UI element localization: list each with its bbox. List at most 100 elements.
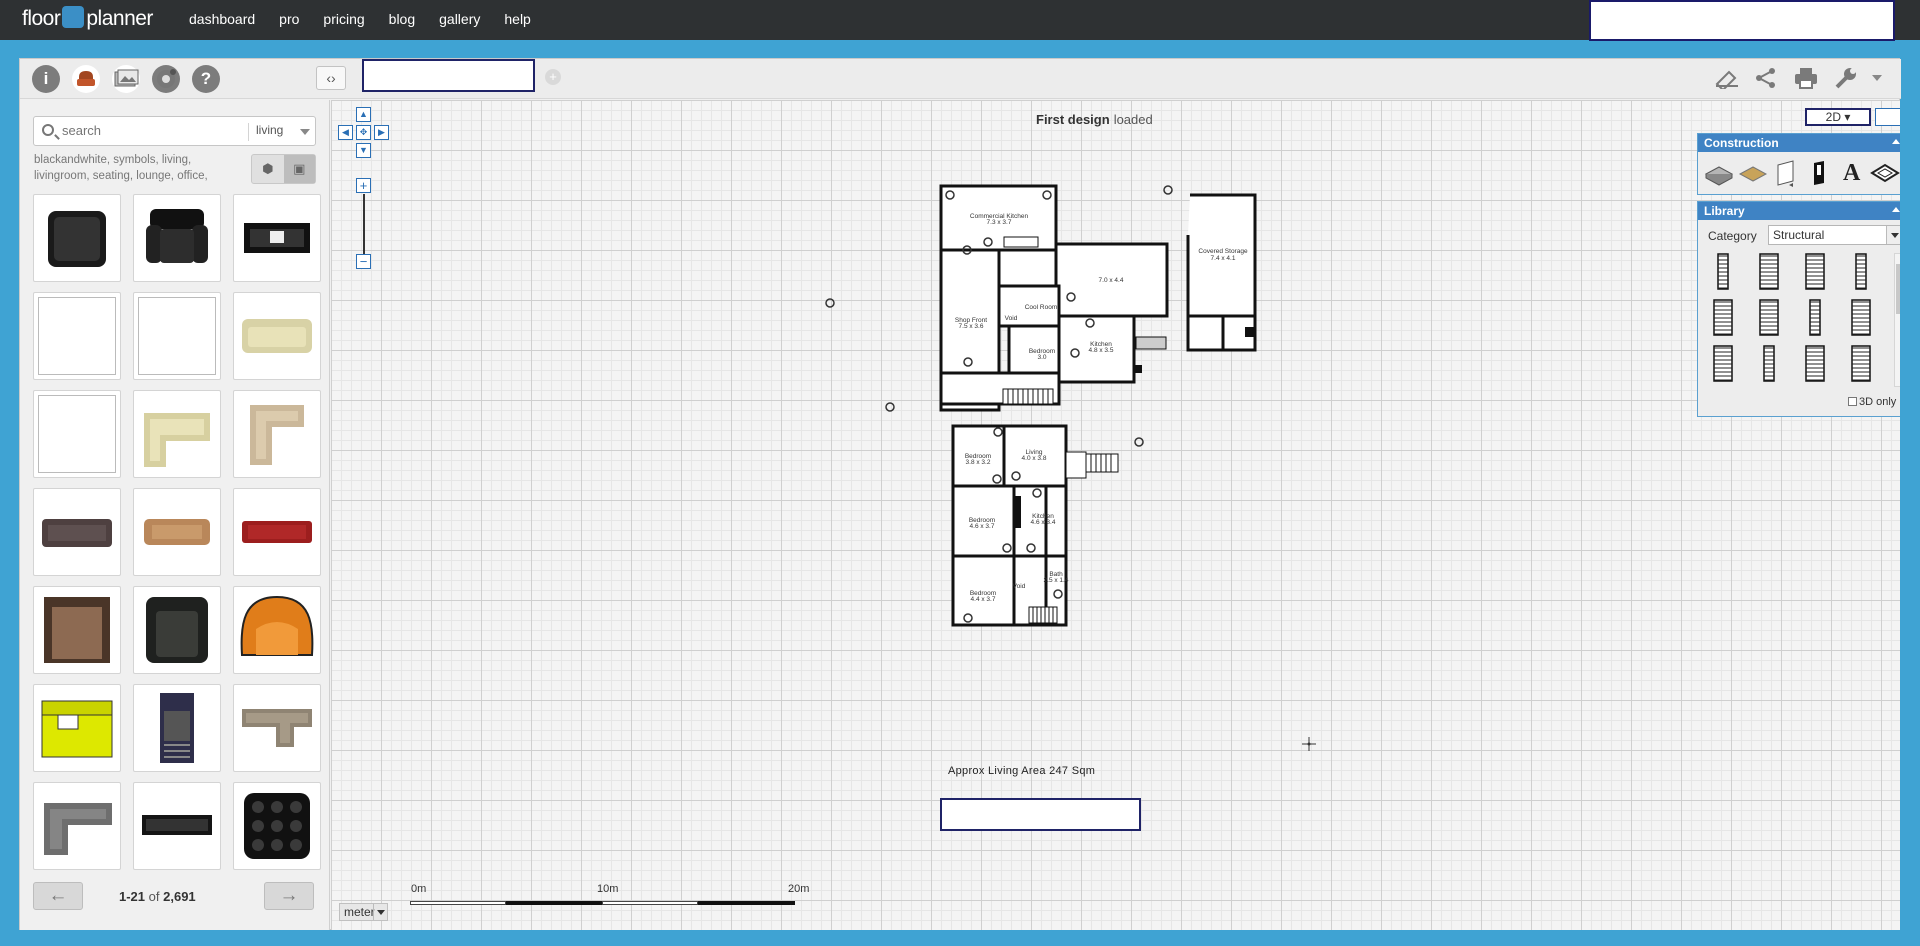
catalog-item-tan-sofa[interactable]	[133, 488, 221, 576]
collapse-sidebar-button[interactable]: ‹›	[316, 66, 346, 90]
catalog-item-red-sofa[interactable]	[233, 488, 321, 576]
account-input-box[interactable]	[1589, 0, 1895, 41]
pan-up-button[interactable]: ▲	[356, 107, 371, 122]
room-label: Bedroom	[969, 517, 995, 524]
view-2d-button[interactable]: 2D ▾	[1805, 108, 1871, 126]
nav-pricing[interactable]: pricing	[323, 11, 364, 27]
search-icon	[42, 124, 54, 136]
catalog-item-orange-chair[interactable]	[233, 586, 321, 674]
catalog-item-beige-corner[interactable]	[233, 390, 321, 478]
catalog-item-yellow-sofa[interactable]	[33, 684, 121, 772]
catalog-item-cream-sofa[interactable]	[233, 292, 321, 380]
chevron-down-icon[interactable]	[300, 129, 310, 135]
scrollbar-thumb[interactable]	[1896, 264, 1900, 314]
library-stair-item[interactable]	[1706, 299, 1740, 336]
area-label-input[interactable]	[940, 798, 1141, 831]
library-stair-item[interactable]	[1752, 253, 1786, 290]
category-filter-select[interactable]: living	[256, 123, 283, 137]
library-stair-item[interactable]	[1798, 253, 1832, 290]
settings-icon[interactable]	[152, 65, 180, 93]
catalog-item-black-long-sofa[interactable]	[133, 782, 221, 870]
zoom-in-button[interactable]: +	[356, 178, 371, 193]
cube-icon[interactable]: ⬢	[252, 155, 284, 183]
wrench-icon[interactable]	[1834, 67, 1858, 95]
library-stair-item[interactable]	[1706, 253, 1740, 290]
floorplan-canvas[interactable]: First designloaded ▲ ◀ ✥ ▶ ▼ + − 2D ▾ 3D…	[331, 100, 1900, 930]
chevron-down-icon[interactable]	[1886, 226, 1900, 244]
wall-tool-icon[interactable]	[1704, 158, 1734, 188]
surface-tool-icon[interactable]	[1870, 158, 1900, 188]
living-area-label: Approx Living Area 247 Sqm	[948, 765, 1096, 777]
pan-right-button[interactable]: ▶	[374, 125, 389, 140]
pan-down-button[interactable]: ▼	[356, 143, 371, 158]
library-stair-item[interactable]	[1752, 299, 1786, 336]
page-range-value: 1-21	[119, 889, 146, 904]
catalog-item-recliner[interactable]	[133, 684, 221, 772]
library-stair-item[interactable]	[1706, 345, 1740, 382]
library-panel-header[interactable]: Library	[1698, 202, 1900, 220]
catalog-item-dark-sofa[interactable]	[33, 488, 121, 576]
catalog-item-dark-armchair[interactable]	[133, 586, 221, 674]
design-tab-input[interactable]	[362, 59, 535, 92]
library-scrollbar[interactable]	[1894, 253, 1900, 387]
nav-dashboard[interactable]: dashboard	[189, 11, 255, 27]
square-icon[interactable]: ▣	[283, 155, 315, 183]
library-stair-item[interactable]	[1844, 253, 1878, 290]
furniture-icon[interactable]	[72, 65, 100, 93]
photos-icon[interactable]	[112, 65, 140, 93]
edit-icon[interactable]	[1714, 67, 1740, 95]
info-icon[interactable]: i	[32, 65, 60, 93]
help-icon[interactable]: ?	[192, 65, 220, 93]
only-3d-checkbox[interactable]: 3D only	[1848, 396, 1896, 408]
floor-tool-icon[interactable]	[1738, 158, 1768, 188]
unit-select[interactable]: meter	[339, 903, 388, 921]
nav-blog[interactable]: blog	[389, 11, 415, 27]
next-page-button[interactable]: →	[264, 882, 314, 910]
window-tool-icon[interactable]	[1805, 158, 1834, 188]
print-icon[interactable]	[1794, 67, 1818, 95]
catalog-item-broken[interactable]	[33, 292, 121, 380]
catalog-item-black-sofa[interactable]	[233, 194, 321, 282]
catalog-item-black-chair[interactable]	[33, 194, 121, 282]
furniture-thumbnail	[244, 223, 310, 253]
search-input[interactable]	[62, 123, 242, 138]
zoom-slider[interactable]	[363, 194, 365, 254]
catalog-item-broken[interactable]	[133, 292, 221, 380]
nav-pro[interactable]: pro	[279, 11, 299, 27]
library-stair-item[interactable]	[1844, 345, 1878, 382]
pan-center-button[interactable]: ✥	[356, 125, 371, 140]
catalog-item-grey-corner[interactable]	[233, 684, 321, 772]
library-stair-item[interactable]	[1752, 345, 1786, 382]
pan-left-button[interactable]: ◀	[338, 125, 353, 140]
only-3d-label: 3D only	[1859, 396, 1897, 408]
collapse-icon[interactable]	[1892, 207, 1900, 212]
text-tool-icon[interactable]: A	[1837, 158, 1866, 188]
catalog-item-broken[interactable]	[33, 390, 121, 478]
collapse-icon[interactable]	[1892, 139, 1900, 144]
library-stair-item[interactable]	[1798, 345, 1832, 382]
category-select[interactable]: Structural	[1768, 225, 1900, 245]
zoom-out-button[interactable]: −	[356, 254, 371, 269]
tools-dropdown-arrow-icon[interactable]	[1872, 75, 1882, 81]
library-stair-item[interactable]	[1798, 299, 1832, 336]
furniture-thumbnail	[242, 521, 312, 543]
add-tab-button[interactable]: +	[545, 69, 561, 85]
view-3d-button[interactable]: 3D	[1875, 108, 1900, 126]
catalog-item-grey-corner2[interactable]	[33, 782, 121, 870]
nav-help[interactable]: help	[504, 11, 530, 27]
catalog-item-brown-armchair[interactable]	[33, 586, 121, 674]
design-name: First design	[1036, 112, 1110, 127]
library-stair-item[interactable]	[1844, 299, 1878, 336]
catalog-item-black-armchair[interactable]	[133, 194, 221, 282]
catalog-item-cream-corner[interactable]	[133, 390, 221, 478]
nav-gallery[interactable]: gallery	[439, 11, 480, 27]
construction-panel-header[interactable]: Construction	[1698, 134, 1900, 152]
door-tool-icon[interactable]	[1772, 158, 1801, 188]
share-icon[interactable]	[1755, 67, 1777, 95]
prev-page-button[interactable]: ←	[33, 882, 83, 910]
checkbox-icon[interactable]	[1848, 397, 1857, 406]
catalog-item-black-ottoman[interactable]	[233, 782, 321, 870]
chevron-down-icon[interactable]	[373, 904, 387, 920]
floorplanner-logo[interactable]: floor planner	[22, 6, 153, 31]
library-title: Library	[1704, 204, 1745, 218]
